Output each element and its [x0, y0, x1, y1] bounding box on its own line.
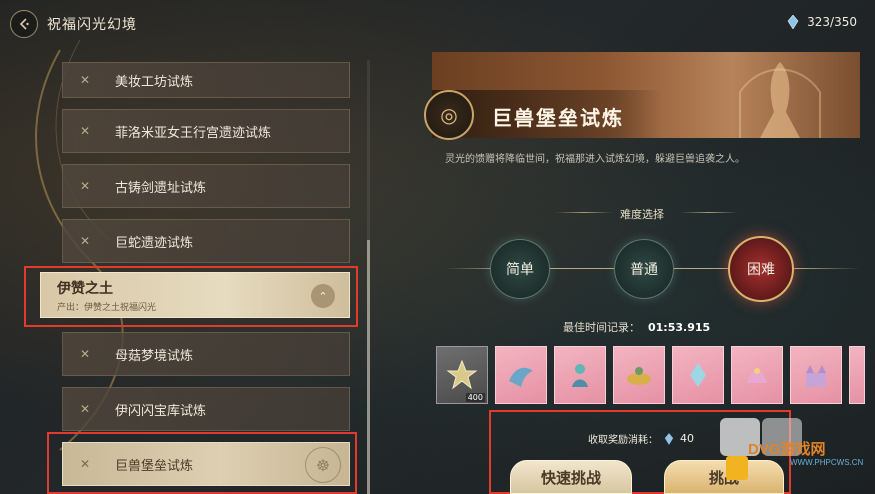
- watermark-url: WWW.PHPCWS.CN: [790, 458, 864, 467]
- quick-challenge-button[interactable]: 快速挑战: [510, 460, 632, 494]
- trial-item-label: 美妆工坊试炼: [115, 74, 194, 90]
- back-button[interactable]: [10, 10, 38, 38]
- highlight-box-region: [24, 266, 358, 327]
- difficulty-label: 困难: [747, 262, 775, 278]
- crossed-swords-icon: ✕: [79, 73, 91, 87]
- trial-title: 巨兽堡垒试炼: [492, 106, 624, 130]
- difficulty-hard-button[interactable]: 困难: [728, 236, 794, 302]
- fairy-icon: [747, 368, 767, 383]
- watermark-text: DVG游戏网: [748, 441, 826, 458]
- difficulty-label: 普通: [630, 262, 658, 278]
- cost-value: 40: [680, 432, 694, 445]
- star-badge-icon: [446, 359, 478, 390]
- castle-icon: [806, 365, 826, 387]
- bird-icon: [509, 367, 533, 387]
- difficulty-label: 简单: [506, 262, 534, 278]
- crossed-swords-icon: ✕: [79, 347, 91, 361]
- trial-item[interactable]: ✕ 美妆工坊试炼: [62, 62, 350, 98]
- divider: [555, 212, 613, 213]
- stamina-value: 323/350: [807, 15, 857, 29]
- reward-item[interactable]: [672, 346, 724, 404]
- trial-banner: 巨兽堡垒试炼: [432, 52, 860, 138]
- reward-item[interactable]: [731, 346, 783, 404]
- trial-item[interactable]: ✕ 古铸剑遗址试炼: [62, 164, 350, 208]
- trial-item-label: 菲洛米亚女王行宫遗迹试炼: [115, 125, 272, 141]
- stamina-counter: 323/350: [787, 15, 857, 29]
- page-title: 祝福闪光幻境: [47, 17, 137, 33]
- reward-count: 400: [465, 393, 485, 402]
- scrollbar-thumb[interactable]: [367, 240, 370, 494]
- highlight-box-selected: [47, 432, 357, 494]
- trial-description: 灵光的馈赠将降临世间，祝福那进入试炼幻境，躲避巨兽追袭之人。: [445, 154, 745, 165]
- crossed-swords-icon: ✕: [79, 402, 91, 416]
- divider: [680, 212, 738, 213]
- reward-item[interactable]: [495, 346, 547, 404]
- crossed-swords-icon: ✕: [79, 124, 91, 138]
- mount-icon: [627, 367, 651, 385]
- reward-item[interactable]: [849, 346, 865, 404]
- quick-challenge-label: 快速挑战: [540, 468, 601, 487]
- crossed-swords-icon: ✕: [79, 179, 91, 193]
- crystal-icon: [664, 432, 674, 445]
- difficulty-easy-button[interactable]: 简单: [490, 239, 550, 299]
- trial-item[interactable]: ✕ 母菇梦境试炼: [62, 332, 350, 376]
- trial-item[interactable]: ✕ 伊闪闪宝库试炼: [62, 387, 350, 431]
- trial-emblem-icon: ◎: [424, 90, 474, 140]
- best-time-record: 最佳时间记录： 01:53.915: [563, 319, 710, 335]
- sprite-icon: [690, 363, 706, 387]
- back-arrow-icon: [19, 18, 29, 30]
- best-time-label: 最佳时间记录：: [563, 321, 640, 334]
- difficulty-title: 难度选择: [620, 208, 664, 221]
- cost-label: 收取奖励消耗：: [588, 435, 658, 446]
- statue-illustration: [739, 62, 821, 138]
- difficulty-normal-button[interactable]: 普通: [614, 239, 674, 299]
- trial-item-label: 巨蛇遗迹试炼: [115, 235, 194, 251]
- figure-icon: [572, 364, 588, 387]
- best-time-value: 01:53.915: [648, 321, 711, 334]
- trial-item[interactable]: ✕ 菲洛米亚女王行宫遗迹试炼: [62, 109, 350, 153]
- crystal-icon: [787, 15, 799, 29]
- reward-item[interactable]: [554, 346, 606, 404]
- trial-item[interactable]: ✕ 巨蛇遗迹试炼: [62, 219, 350, 263]
- trial-item-label: 古铸剑遗址试炼: [115, 180, 207, 196]
- reward-item[interactable]: 400: [436, 346, 488, 404]
- trial-item-label: 母菇梦境试炼: [115, 348, 194, 364]
- reward-item[interactable]: [613, 346, 665, 404]
- reward-item[interactable]: [790, 346, 842, 404]
- trial-item-label: 伊闪闪宝库试炼: [115, 403, 207, 419]
- crossed-swords-icon: ✕: [79, 234, 91, 248]
- reward-cost: 收取奖励消耗： 40: [588, 431, 694, 446]
